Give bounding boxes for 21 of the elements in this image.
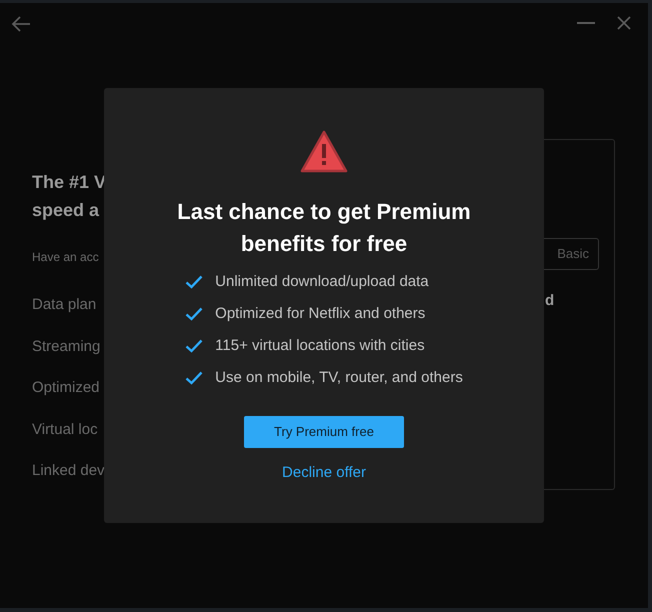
- feature-label: Virtual loc: [32, 420, 99, 440]
- feature-label: Streaming: [32, 336, 102, 356]
- benefit-text: Unlimited download/upload data: [215, 272, 429, 292]
- benefit-text: 115+ virtual locations with cities: [215, 336, 425, 356]
- benefit-text: Optimized for Netflix and others: [215, 304, 426, 324]
- feature-label: Linked dev: [32, 461, 104, 481]
- back-arrow-icon[interactable]: [11, 15, 31, 33]
- check-icon: [185, 339, 204, 353]
- feature-label: Data plan: [32, 295, 98, 315]
- try-premium-button[interactable]: Try Premium free: [244, 416, 404, 448]
- subtitle-text: Have an acc: [32, 249, 100, 266]
- card-text: d: [544, 291, 556, 311]
- feature-label: Optimized: [32, 378, 101, 398]
- benefit-text: Use on mobile, TV, router, and others: [215, 368, 463, 388]
- check-icon: [185, 371, 204, 385]
- dialog-title: Last chance to get Premium benefits for free: [176, 198, 472, 258]
- warning-icon: [300, 130, 348, 173]
- check-icon: [185, 307, 204, 321]
- decline-link[interactable]: Decline offer: [282, 462, 366, 484]
- check-icon: [185, 275, 204, 289]
- close-icon[interactable]: [617, 16, 631, 30]
